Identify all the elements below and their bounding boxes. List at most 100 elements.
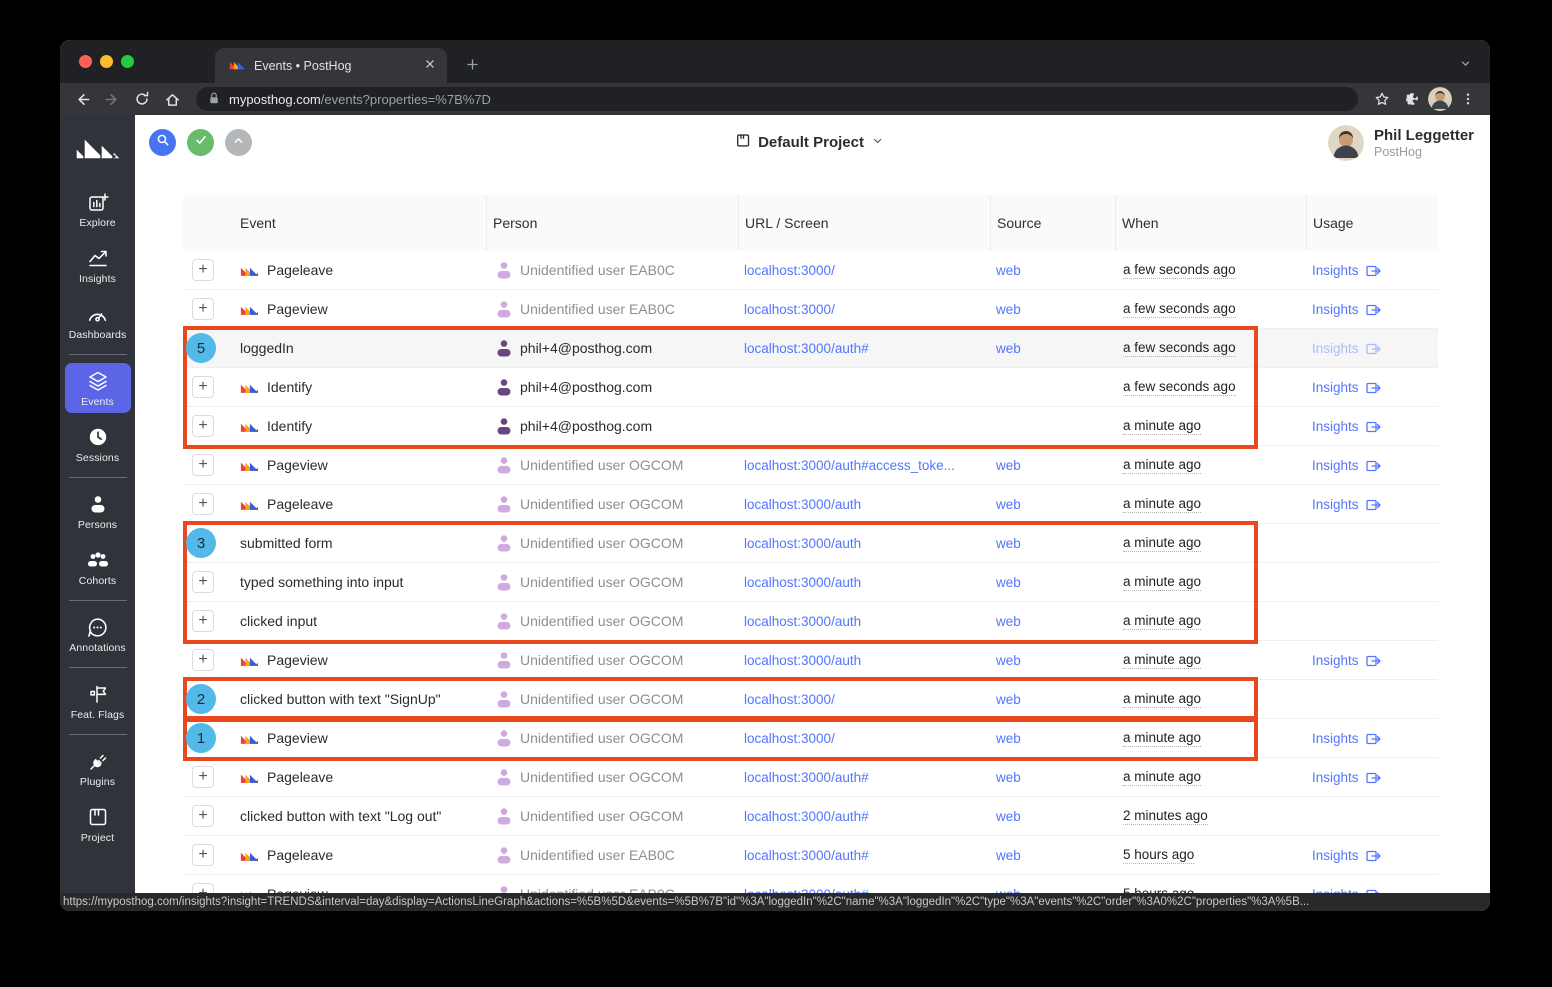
- person-cell[interactable]: Unidentified user OGCOM: [486, 807, 738, 825]
- url-link[interactable]: localhost:3000/auth#: [744, 809, 869, 824]
- expand-row-button[interactable]: +: [192, 805, 214, 827]
- url-link[interactable]: localhost:3000/auth#: [744, 341, 869, 356]
- person-cell[interactable]: Unidentified user OGCOM: [486, 573, 738, 591]
- sidebar-item-dashboards[interactable]: Dashboards: [65, 296, 131, 346]
- expand-row-button[interactable]: +: [192, 298, 214, 320]
- source-link[interactable]: web: [996, 341, 1021, 356]
- user-menu[interactable]: Phil Leggetter PostHog: [1328, 125, 1476, 161]
- source-link[interactable]: web: [996, 887, 1021, 893]
- sidebar-item-insights[interactable]: Insights: [65, 240, 131, 290]
- sidebar-item-feat-flags[interactable]: Feat. Flags: [65, 676, 131, 726]
- source-link[interactable]: web: [996, 653, 1021, 668]
- url-link[interactable]: localhost:3000/: [744, 302, 835, 317]
- expand-row-button[interactable]: +: [192, 454, 214, 476]
- sidebar-item-sessions[interactable]: Sessions: [65, 419, 131, 469]
- url-link[interactable]: localhost:3000/auth: [744, 653, 861, 668]
- insights-link[interactable]: Insights: [1312, 653, 1381, 668]
- insights-link[interactable]: Insights: [1312, 497, 1381, 512]
- sidebar-item-cohorts[interactable]: Cohorts: [65, 542, 131, 592]
- bookmark-star-icon[interactable]: [1368, 86, 1396, 112]
- browser-profile-avatar[interactable]: [1428, 87, 1452, 111]
- url-link[interactable]: localhost:3000/auth: [744, 497, 861, 512]
- expand-row-button[interactable]: +: [192, 493, 214, 515]
- insights-link[interactable]: Insights: [1312, 302, 1381, 317]
- expand-row-button[interactable]: +: [192, 649, 214, 671]
- person-cell[interactable]: phil+4@posthog.com: [486, 339, 738, 357]
- source-link[interactable]: web: [996, 497, 1021, 512]
- browser-tab-events[interactable]: Events • PostHog: [215, 48, 447, 83]
- insights-link[interactable]: Insights: [1312, 770, 1381, 785]
- source-link[interactable]: web: [996, 770, 1021, 785]
- person-cell[interactable]: phil+4@posthog.com: [486, 417, 738, 435]
- insights-link[interactable]: Insights: [1312, 380, 1381, 395]
- person-cell[interactable]: Unidentified user EAB0C: [486, 261, 738, 279]
- expand-row-button[interactable]: +: [192, 259, 214, 281]
- insights-link[interactable]: Insights: [1312, 848, 1381, 863]
- url-link[interactable]: localhost:3000/auth: [744, 536, 861, 551]
- url-link[interactable]: localhost:3000/auth#: [744, 848, 869, 863]
- extensions-puzzle-icon[interactable]: [1398, 86, 1426, 112]
- back-button[interactable]: [68, 86, 96, 112]
- source-link[interactable]: web: [996, 302, 1021, 317]
- address-bar[interactable]: myposthog.com/events?properties=%7B%7D: [196, 87, 1358, 111]
- person-cell[interactable]: Unidentified user OGCOM: [486, 456, 738, 474]
- insights-link[interactable]: Insights: [1312, 419, 1381, 434]
- expand-row-button[interactable]: +: [192, 376, 214, 398]
- url-link[interactable]: localhost:3000/: [744, 731, 835, 746]
- expand-row-button[interactable]: +: [192, 766, 214, 788]
- sidebar-item-annotations[interactable]: Annotations: [65, 609, 131, 659]
- source-link[interactable]: web: [996, 731, 1021, 746]
- insights-link[interactable]: Insights: [1312, 887, 1381, 893]
- source-link[interactable]: web: [996, 848, 1021, 863]
- window-close-button[interactable]: [79, 55, 92, 68]
- source-link[interactable]: web: [996, 692, 1021, 707]
- posthog-logo[interactable]: [73, 129, 123, 169]
- url-link[interactable]: localhost:3000/auth#: [744, 770, 869, 785]
- sidebar-item-persons[interactable]: Persons: [65, 486, 131, 536]
- insights-link[interactable]: Insights: [1312, 458, 1381, 473]
- person-cell[interactable]: Unidentified user OGCOM: [486, 651, 738, 669]
- url-link[interactable]: localhost:3000/auth: [744, 614, 861, 629]
- forward-button[interactable]: [98, 86, 126, 112]
- reload-button[interactable]: [128, 86, 156, 112]
- source-link[interactable]: web: [996, 458, 1021, 473]
- url-link[interactable]: localhost:3000/auth#: [744, 887, 869, 893]
- expand-row-button[interactable]: +: [192, 571, 214, 593]
- sidebar-item-events[interactable]: Events: [65, 363, 131, 413]
- window-zoom-button[interactable]: [121, 55, 134, 68]
- tab-search-chevron-icon[interactable]: [1454, 52, 1476, 74]
- home-button[interactable]: [158, 86, 186, 112]
- insights-link[interactable]: Insights: [1312, 263, 1381, 278]
- source-link[interactable]: web: [996, 614, 1021, 629]
- source-link[interactable]: web: [996, 575, 1021, 590]
- url-link[interactable]: localhost:3000/auth: [744, 575, 861, 590]
- person-cell[interactable]: Unidentified user OGCOM: [486, 729, 738, 747]
- collapse-button[interactable]: [225, 129, 252, 156]
- browser-menu-dots-icon[interactable]: [1454, 86, 1482, 112]
- person-cell[interactable]: Unidentified user OGCOM: [486, 534, 738, 552]
- expand-row-button[interactable]: +: [192, 610, 214, 632]
- sidebar-item-explore[interactable]: Explore: [65, 184, 131, 234]
- expand-row-button[interactable]: +: [192, 883, 214, 893]
- new-tab-button[interactable]: [460, 52, 484, 76]
- sidebar-item-project[interactable]: Project: [65, 799, 131, 849]
- person-cell[interactable]: Unidentified user OGCOM: [486, 495, 738, 513]
- source-link[interactable]: web: [996, 536, 1021, 551]
- window-minimize-button[interactable]: [100, 55, 113, 68]
- insights-link[interactable]: Insights: [1312, 341, 1381, 356]
- person-cell[interactable]: phil+4@posthog.com: [486, 378, 738, 396]
- url-link[interactable]: localhost:3000/: [744, 263, 835, 278]
- source-link[interactable]: web: [996, 263, 1021, 278]
- source-link[interactable]: web: [996, 809, 1021, 824]
- person-cell[interactable]: Unidentified user EAB0C: [486, 300, 738, 318]
- expand-row-button[interactable]: +: [192, 415, 214, 437]
- person-cell[interactable]: Unidentified user EAB0C: [486, 846, 738, 864]
- sidebar-item-plugins[interactable]: Plugins: [65, 743, 131, 793]
- person-cell[interactable]: Unidentified user OGCOM: [486, 612, 738, 630]
- url-link[interactable]: localhost:3000/auth#access_toke...: [744, 458, 955, 473]
- search-button[interactable]: [149, 129, 176, 156]
- insights-link[interactable]: Insights: [1312, 731, 1381, 746]
- person-cell[interactable]: Unidentified user EAB0C: [486, 885, 738, 893]
- project-selector[interactable]: Default Project: [735, 133, 884, 152]
- expand-row-button[interactable]: +: [192, 844, 214, 866]
